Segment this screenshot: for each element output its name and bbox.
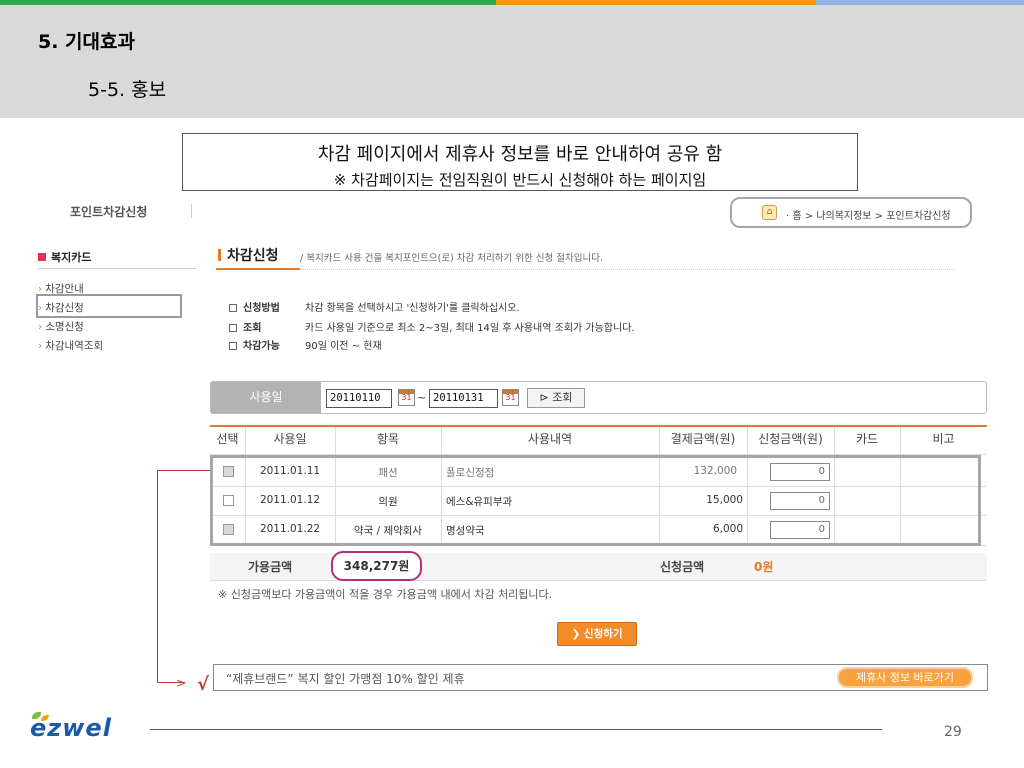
calendar-icon[interactable]: 31 xyxy=(398,389,415,406)
bullet-square-icon xyxy=(38,253,46,261)
main-title-label: 차감신청 xyxy=(227,248,279,264)
page-number: 29 xyxy=(944,724,962,740)
arrow-right-icon: > xyxy=(176,676,187,690)
info-row-available: 차감가능 90일 이전 ~ 현재 xyxy=(229,337,382,352)
page-title: 포인트차감신청 xyxy=(70,205,148,219)
search-icon: ⊳ xyxy=(539,391,549,404)
main-subtitle: / 복지카드 사용 건을 복지포인트으(로) 차감 처리하기 위한 신청 절차입… xyxy=(300,253,604,264)
table-header-applied: 신청금액(원) xyxy=(758,432,823,446)
summary-bar: 가용금액 신청금액 xyxy=(210,553,987,581)
bullet-box-icon xyxy=(229,324,237,332)
bullet-box-icon xyxy=(229,342,237,350)
slide-header: 5. 기대효과 5-5. 홍보 xyxy=(0,5,1024,118)
apply-button[interactable]: ❯ 신청하기 xyxy=(557,622,637,646)
date-from-input[interactable]: 20110110 xyxy=(326,389,392,408)
sidebar-title-label: 복지카드 xyxy=(51,251,92,264)
table-highlight-box xyxy=(210,455,981,546)
section-title: 5. 기대효과 xyxy=(38,31,135,53)
sidebar-item-label: 소명신청 xyxy=(45,321,84,333)
available-amount-label: 가용금액 xyxy=(248,560,293,574)
info-text: 카드 사용일 기준으로 최소 2~3일, 최대 14일 후 사용내역 조회가 가… xyxy=(305,323,635,334)
info-row-method: 신청방법 차감 항목을 선택하시고 '신청하기'를 클릭하십시오. xyxy=(229,299,520,314)
subsection-title: 5-5. 홍보 xyxy=(88,79,167,101)
info-label: 차감가능 xyxy=(243,341,280,352)
sidebar-highlight-box xyxy=(36,294,182,318)
title-underline xyxy=(216,268,300,270)
date-separator: ~ xyxy=(417,391,427,404)
main-title: 차감신청 xyxy=(218,245,279,265)
logo-wordmark: ezwel xyxy=(30,714,112,742)
applied-amount-value: 0원 xyxy=(754,560,774,574)
table-header-item: 항목 xyxy=(376,432,400,446)
callout-line-1: 차감 페이지에서 제휴사 정보를 바로 안내하여 공유 함 xyxy=(317,144,723,165)
check-mark-icon: √ xyxy=(197,674,210,695)
date-to-input[interactable]: 20110131 xyxy=(429,389,498,408)
apply-button-label: 신청하기 xyxy=(583,628,623,640)
available-amount-value: 348,277원 xyxy=(331,551,422,581)
bullet-box-icon xyxy=(229,304,237,312)
footer-divider xyxy=(150,729,882,730)
partner-text: “제휴브랜드” 복지 할인 가맹점 10% 할인 제휴 xyxy=(226,672,465,686)
table-header-paid: 결제금액(원) xyxy=(670,432,736,446)
connector-line xyxy=(157,470,210,471)
table-top-border xyxy=(210,425,987,427)
chevron-right-icon: › xyxy=(38,340,43,352)
search-label: 사용일 xyxy=(211,382,321,413)
ezwel-logo: ezwel xyxy=(30,712,130,748)
table-header-select: 선택 xyxy=(216,432,239,446)
breadcrumb-highlight: ⌂ · 홈 > 나의복지정보 > 포인트차감신청 xyxy=(730,197,972,228)
chevron-right-icon: ❯ xyxy=(571,628,581,640)
home-icon[interactable]: ⌂ xyxy=(762,205,777,220)
title-marker-icon xyxy=(218,249,221,261)
search-button-label: 조회 xyxy=(552,391,573,404)
applied-amount-label: 신청금액 xyxy=(660,560,705,574)
table-header-note: 비고 xyxy=(932,432,955,446)
partner-info-button[interactable]: 제휴사 정보 바로가기 xyxy=(837,667,973,688)
breadcrumb[interactable]: · 홈 > 나의복지정보 > 포인트차감신청 xyxy=(786,207,951,222)
sidebar-item-history[interactable]: › 차감내역조회 xyxy=(38,338,103,353)
table-header-card: 카드 xyxy=(855,432,879,446)
info-text: 90일 이전 ~ 현재 xyxy=(305,341,382,352)
deduction-note: ※ 신청금액보다 가용금액이 적을 경우 가용금액 내에서 차감 처리됩니다. xyxy=(218,588,553,601)
sidebar-title: 복지카드 xyxy=(38,249,91,265)
callout-box: 차감 페이지에서 제휴사 정보를 바로 안내하여 공유 함 ※ 차감페이지는 전… xyxy=(182,133,858,191)
chevron-right-icon: › xyxy=(38,321,43,333)
calendar-icon[interactable]: 31 xyxy=(502,389,519,406)
table-header-date: 사용일 xyxy=(273,432,307,446)
connector-line xyxy=(157,470,158,682)
info-label: 조회 xyxy=(243,323,262,334)
partner-info-bar: “제휴브랜드” 복지 할인 가맹점 10% 할인 제휴 제휴사 정보 바로가기 xyxy=(213,664,988,691)
title-dotted-line xyxy=(300,269,954,270)
date-search-bar: 사용일 20110110 31 ~ 20110131 31 ⊳ 조회 xyxy=(210,381,987,414)
info-label: 신청방법 xyxy=(243,303,280,314)
sidebar-item-label: 차감내역조회 xyxy=(45,340,104,352)
sidebar-item-explanation[interactable]: › 소명신청 xyxy=(38,319,84,334)
sidebar-divider xyxy=(38,268,196,269)
table-header-detail: 사용내역 xyxy=(527,432,573,446)
search-button[interactable]: ⊳ 조회 xyxy=(527,388,585,408)
info-row-lookup: 조회 카드 사용일 기준으로 최소 2~3일, 최대 14일 후 사용내역 조회가… xyxy=(229,319,635,334)
callout-line-2: ※ 차감페이지는 전임직원이 반드시 신청해야 하는 페이지임 xyxy=(333,171,707,189)
info-text: 차감 항목을 선택하시고 '신청하기'를 클릭하십시오. xyxy=(305,303,520,314)
title-separator xyxy=(191,204,192,218)
